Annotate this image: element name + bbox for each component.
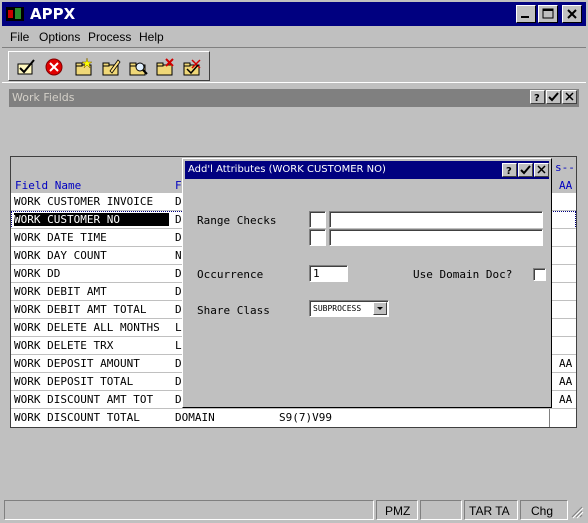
- status-panel-tar: TAR TA: [464, 500, 518, 520]
- menu-options[interactable]: Options: [39, 30, 80, 44]
- range-checks-label: Range Checks: [197, 214, 277, 227]
- app-title-bar: APPX: [2, 2, 586, 26]
- additional-attributes-dialog: Add'l Attributes (WORK CUSTOMER NO) ? Ra…: [182, 158, 552, 408]
- close-button[interactable]: [562, 5, 582, 23]
- change-record-icon[interactable]: [100, 56, 122, 78]
- field-f-cell: D: [175, 375, 182, 388]
- use-domain-doc-checkbox[interactable]: [533, 268, 546, 281]
- dialog-help-button[interactable]: ?: [502, 163, 517, 177]
- scan-record-icon[interactable]: [181, 56, 203, 78]
- app-title: APPX: [30, 5, 76, 23]
- status-chg: Chg: [531, 504, 554, 518]
- column-header-f: F: [175, 179, 182, 192]
- field-f-cell: D: [175, 231, 182, 244]
- maximize-button[interactable]: [538, 5, 558, 23]
- field-right-cell: AA: [559, 375, 573, 388]
- field-name-cell: WORK DAY COUNT: [14, 249, 107, 262]
- status-panel-empty: [420, 500, 462, 520]
- field-name-cell: WORK DATE TIME: [14, 231, 107, 244]
- field-f-cell: L: [175, 339, 182, 352]
- svg-text:?: ?: [534, 93, 540, 103]
- cancel-icon[interactable]: [43, 56, 65, 78]
- field-name-cell: WORK DEBIT AMT TOTAL: [14, 303, 147, 316]
- field-name-cell: WORK DEBIT AMT: [14, 285, 107, 298]
- toolbar: [2, 47, 586, 83]
- chevron-down-icon[interactable]: [373, 302, 387, 315]
- help-button[interactable]: ?: [530, 90, 545, 104]
- toolbar-group: [8, 51, 210, 81]
- use-domain-doc-label: Use Domain Doc?: [413, 268, 513, 281]
- range-check-high-input[interactable]: [329, 229, 543, 246]
- field-f-cell: L: [175, 321, 182, 334]
- ok-button[interactable]: [546, 90, 561, 104]
- field-name-cell: WORK DEPOSIT TOTAL: [14, 375, 134, 388]
- field-name-cell: WORK DISCOUNT AMT TOT: [14, 393, 154, 406]
- field-f-cell: D: [175, 213, 182, 226]
- field-right-cell: AA: [559, 393, 573, 406]
- field-f-cell: D: [175, 303, 182, 316]
- field-name-cell: WORK DELETE TRX: [14, 339, 114, 352]
- field-f-cell: D: [175, 393, 182, 406]
- column-header-right: AA: [559, 179, 573, 192]
- column-header-right-top: s--: [555, 161, 575, 174]
- add-record-icon[interactable]: [73, 56, 95, 78]
- status-panel-pmz: PMZ: [376, 500, 418, 520]
- status-bar: PMZ TAR TA Chg: [2, 499, 586, 521]
- resize-grip-icon[interactable]: [570, 503, 584, 519]
- range-check-high-flag-input[interactable]: [309, 229, 326, 246]
- field-f-cell: DOMAIN: [175, 411, 215, 424]
- ok-check-icon[interactable]: [15, 56, 37, 78]
- field-f-cell: D: [175, 357, 182, 370]
- share-class-select[interactable]: SUBPROCESS: [309, 300, 389, 317]
- field-name-cell: WORK DD: [14, 267, 61, 280]
- dialog-title-bar: Add'l Attributes (WORK CUSTOMER NO) ?: [185, 161, 549, 179]
- work-fields-title-bar: Work Fields ?: [9, 89, 579, 107]
- delete-record-icon[interactable]: [154, 56, 176, 78]
- field-name-cell: WORK CUSTOMER INVOICE: [14, 195, 154, 208]
- field-format-cell: S9(7)V99: [279, 411, 332, 424]
- dialog-title: Add'l Attributes (WORK CUSTOMER NO): [188, 164, 386, 175]
- column-header-field-name: Field Name: [15, 179, 82, 192]
- field-f-cell: D: [175, 195, 182, 208]
- share-class-value: SUBPROCESS: [313, 304, 362, 313]
- menu-process[interactable]: Process: [88, 30, 131, 44]
- field-f-cell: D: [175, 285, 182, 298]
- field-right-cell: AA: [559, 357, 573, 370]
- field-name-cell: WORK DEPOSIT AMOUNT: [14, 357, 140, 370]
- appx-logo-icon: [6, 7, 24, 21]
- menu-help[interactable]: Help: [139, 30, 164, 44]
- inquire-record-icon[interactable]: [127, 56, 149, 78]
- close-button[interactable]: [562, 90, 577, 104]
- status-pmz: PMZ: [385, 504, 411, 518]
- field-f-cell: D: [175, 267, 182, 280]
- menu-file[interactable]: File: [10, 30, 29, 44]
- status-tar-ta: TAR TA: [469, 504, 510, 518]
- range-check-low-input[interactable]: [329, 211, 543, 228]
- field-f-cell: N: [175, 249, 182, 262]
- dialog-ok-button[interactable]: [518, 163, 533, 177]
- menu-bar: File Options Process Help: [2, 27, 586, 47]
- status-panel-chg: Chg: [520, 500, 568, 520]
- occurrence-label: Occurrence: [197, 268, 264, 281]
- minimize-button[interactable]: [516, 5, 536, 23]
- field-name-cell: WORK DISCOUNT TOTAL: [14, 411, 140, 424]
- svg-text:?: ?: [506, 166, 512, 176]
- field-name-cell: WORK CUSTOMER NO: [14, 213, 169, 226]
- dialog-close-button[interactable]: [534, 163, 549, 177]
- share-class-label: Share Class: [197, 304, 270, 317]
- table-row[interactable]: WORK DISCOUNT TOTAL DOMAIN S9(7)V99: [11, 409, 576, 427]
- status-panel-message: [4, 500, 374, 520]
- occurrence-input[interactable]: 1: [309, 265, 348, 282]
- field-name-cell: WORK DELETE ALL MONTHS: [14, 321, 160, 334]
- work-fields-title: Work Fields: [12, 91, 75, 104]
- range-check-low-flag-input[interactable]: [309, 211, 326, 228]
